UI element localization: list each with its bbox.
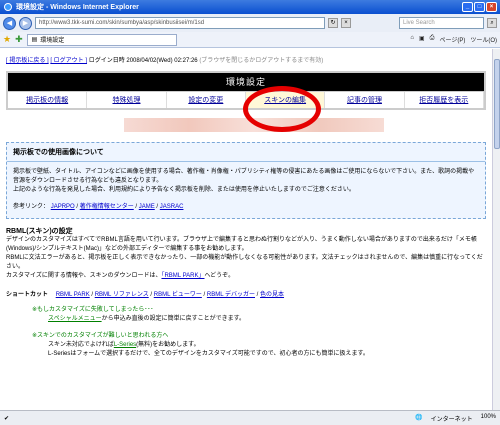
search-input[interactable]: Live Search [399, 17, 484, 29]
security-zone: インターネット [430, 416, 473, 423]
favorites-star-icon[interactable]: ★ [3, 34, 11, 45]
shortcut-color-samples[interactable]: 色の見本 [260, 292, 284, 298]
rbml-text-3: カスタマイズに関する情報や、スキンのダウンロードは、「RBML PARK」へどう… [6, 272, 486, 281]
window-title: 環境設定 - Windows Internet Explorer [16, 4, 139, 11]
menu-deny-log[interactable]: 拒否履歴を表示 [405, 92, 484, 108]
login-note: (ブラウザを閉じるかログアウトするまで有効) [199, 58, 324, 64]
menu-special[interactable]: 特殊処理 [87, 92, 167, 108]
minimize-button[interactable]: _ [462, 2, 473, 12]
tip-reset-body: スペシャルメニューから申込み直後の設定に簡単に戻すことができます。 [32, 315, 486, 324]
command-bar: ⌂ ▣ ⎙ ページ(P) ツール(O) [410, 35, 497, 44]
tip-lseries-pre: スキン未対応でよければ [48, 342, 114, 348]
page-menu[interactable]: ページ(P) [439, 35, 465, 44]
address-bar: ◀ ▶ http://www3.tkk-sumi.com/skin/sumbya… [0, 14, 500, 32]
window-titlebar: 環境設定 - Windows Internet Explorer _ □ × [0, 0, 500, 14]
shortcut-bar: ショートカット RBML PARK / RBML リファレンス / RBML ビ… [6, 292, 285, 298]
window-controls: _ □ × [462, 2, 497, 12]
shortcut-rbml-park[interactable]: RBML PARK [56, 292, 90, 298]
login-datetime: ログイン日時 2008/04/02(Wed) 02:27:26 [88, 58, 198, 64]
print-icon[interactable]: ⎙ [430, 35, 435, 44]
image-notice-box: 掲示板での使用画像について 掲示板で壁紙、タイトル、アイコンなどに画像を使用する… [6, 142, 486, 219]
rbml-text-3-pre: カスタマイズに関する情報や、スキンのダウンロードは、 [6, 273, 162, 279]
logout-link[interactable]: [ ログアウト ] [50, 58, 87, 64]
scrollbar-thumb[interactable] [494, 59, 500, 149]
notice-text-2: 上記のような行為を発見した場合、利用規約により予告なく掲示板を削除、または使用を… [13, 187, 355, 193]
rbml-section: RBML(スキン)の設定 デザインのカスタマイズはすべてでRBML言語を用いて行… [6, 226, 486, 281]
search-icon[interactable]: ⌕ [487, 18, 497, 28]
status-done-icon: ✔ [4, 415, 10, 422]
rbml-heading: RBML(スキン)の設定 [6, 228, 73, 235]
back-arrow-icon[interactable]: ◀ [3, 16, 16, 30]
tab-bar: ★ ✚ ▤ 環境設定 ⌂ ▣ ⎙ ページ(P) ツール(O) [0, 32, 500, 48]
back-to-board-link[interactable]: [ 掲示板に戻る ] [6, 58, 49, 64]
refs-label: 参考リンク： [13, 204, 50, 210]
refresh-icon[interactable]: ↻ [328, 18, 338, 28]
status-bar: ✔ 🌐 インターネット 100% [0, 410, 500, 425]
url-input[interactable]: http://www3.tkk-sumi.com/skin/sumbya/asp… [35, 17, 325, 29]
shortcut-rbml-reference[interactable]: RBML リファレンス [95, 292, 149, 298]
tab-title: 環境設定 [40, 38, 65, 44]
tip-lseries-line2: L-Seriesはフォームで選択するだけで、全てのデザインをカスタマイズ可能です… [48, 351, 369, 357]
special-menu-link[interactable]: スペシャルメニュー [48, 316, 102, 322]
close-button[interactable]: × [486, 2, 497, 12]
menu-board-info[interactable]: 掲示板の情報 [8, 92, 88, 108]
ie-logo-icon [4, 3, 12, 11]
shortcut-rbml-viewer[interactable]: RBML ビューワー [154, 292, 202, 298]
tools-menu[interactable]: ツール(O) [470, 35, 497, 44]
login-line: [ 掲示板に戻る ] [ ログアウト ] ログイン日時 2008/04/02(W… [6, 55, 486, 64]
ref-link-jame[interactable]: JAME [139, 204, 155, 210]
ref-link-japrpo[interactable]: JAPRPO [51, 204, 75, 210]
shortcut-rbml-debugger[interactable]: RBML デバッガー [207, 292, 255, 298]
ref-link-jasrac[interactable]: JASRAC [160, 204, 184, 210]
notice-text-1: 掲示板で壁紙、タイトル、アイコンなどに画像を使用する場合、著作権・肖像権・パブリ… [13, 169, 475, 184]
rbml-park-link[interactable]: 「RBML PARK」 [161, 273, 204, 279]
stop-icon[interactable]: × [341, 18, 351, 28]
tip-lseries-line1: スキン未対応でよければL-Series(無料)をお勧めします。 [32, 341, 486, 350]
rbml-text-3-post: へどうぞ。 [204, 273, 235, 279]
vertical-scrollbar[interactable] [492, 49, 500, 410]
shortcut-label: ショートカット [6, 292, 49, 298]
notice-heading: 掲示板での使用画像について [7, 143, 485, 162]
page-title: 環境設定 [225, 77, 266, 87]
page-icon: ▤ [31, 37, 38, 43]
home-icon[interactable]: ⌂ [410, 35, 414, 44]
tip-lseries-post: (無料)をお勧めします。 [136, 342, 200, 348]
add-favorites-icon[interactable]: ✚ [15, 34, 23, 45]
lseries-link[interactable]: L-Series [114, 342, 136, 348]
forward-arrow-icon[interactable]: ▶ [19, 16, 32, 30]
menu-settings[interactable]: 設定の変更 [167, 92, 246, 108]
tip-reset: ※もしカスタマイズに失敗してしまったら･･･ スペシャルメニューから申込み直後の… [32, 306, 486, 324]
ref-link-copyright-center[interactable]: 著作権情報センター [80, 204, 134, 210]
maximize-button[interactable]: □ [474, 2, 485, 12]
internet-zone-icon: 🌐 [415, 414, 423, 421]
tip-reset-text: から申込み直後の設定に簡単に戻すことができます。 [101, 316, 245, 322]
highlight-circle [243, 86, 321, 132]
tip-reset-heading: ※もしカスタマイズに失敗してしまったら･･･ [32, 307, 154, 313]
tab-current[interactable]: ▤ 環境設定 [26, 33, 177, 46]
reference-links: 参考リンク： JAPRPO / 著作権情報センター / JAME / JASRA… [13, 204, 184, 210]
rbml-text-2: RBMLに文法エラーがあると、掲示板を正しく表示できなかったり、一部の機能が動作… [6, 255, 483, 270]
tip-lseries-heading: ※スキンでのカスタマイズが難しいと思われる方へ [32, 333, 169, 339]
menu-posts[interactable]: 記事の管理 [325, 92, 405, 108]
rbml-text-1: デザインのカスタマイズはすべてでRBML言語を用いて行います。ブラウザ上で編集す… [6, 237, 477, 252]
feeds-icon[interactable]: ▣ [419, 35, 425, 44]
zoom-level[interactable]: 100% [481, 414, 496, 423]
tip-lseries: ※スキンでのカスタマイズが難しいと思われる方へ スキン未対応でよければL-Ser… [32, 332, 486, 359]
